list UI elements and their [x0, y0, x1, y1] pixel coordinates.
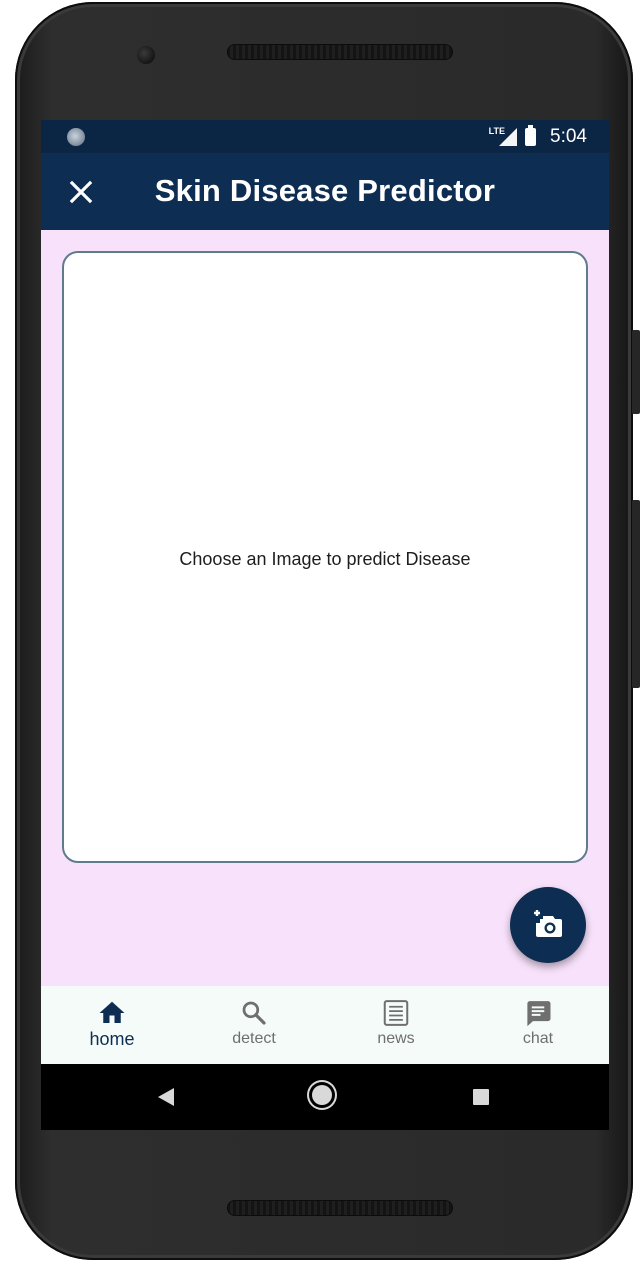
nav-label-detect: detect	[232, 1030, 276, 1047]
search-icon	[242, 1001, 266, 1025]
home-icon	[99, 1001, 125, 1023]
app-bar: Skin Disease Predictor	[41, 153, 609, 230]
recent-apps-button[interactable]	[473, 1089, 489, 1105]
chat-icon	[527, 1001, 551, 1027]
battery-icon	[525, 124, 537, 146]
nav-item-news[interactable]: news	[325, 986, 467, 1064]
power-button	[632, 500, 640, 688]
newspaper-icon	[383, 1000, 409, 1026]
status-time: 5:04	[550, 125, 587, 147]
front-camera	[137, 46, 155, 64]
signal-icon	[499, 127, 518, 146]
image-picker-area[interactable]: Choose an Image to predict Disease	[62, 251, 588, 863]
nav-item-detect[interactable]: detect	[183, 986, 325, 1064]
volume-button	[632, 330, 640, 414]
add-photo-button[interactable]	[510, 887, 586, 963]
nav-label-news: news	[377, 1030, 415, 1047]
nav-label-home: home	[89, 1029, 135, 1049]
image-prompt-text: Choose an Image to predict Disease	[179, 549, 471, 569]
bottom-speaker	[227, 1200, 453, 1216]
nav-item-home[interactable]: home	[41, 986, 183, 1064]
bottom-navigation: home detect news chat	[41, 986, 609, 1064]
add-a-photo-icon	[534, 910, 562, 937]
notification-dot-icon	[67, 128, 85, 146]
nav-label-chat: chat	[522, 1030, 554, 1047]
app-screen: LTE 5:04 Skin Disease Predictor Choose a…	[41, 120, 609, 1130]
status-bar: LTE 5:04	[41, 120, 609, 153]
system-navigation-bar	[41, 1064, 609, 1130]
back-button[interactable]	[158, 1088, 174, 1106]
home-button[interactable]	[312, 1085, 332, 1105]
top-speaker	[227, 44, 453, 60]
page-title: Skin Disease Predictor	[154, 173, 496, 208]
nav-item-chat[interactable]: chat	[467, 986, 609, 1064]
